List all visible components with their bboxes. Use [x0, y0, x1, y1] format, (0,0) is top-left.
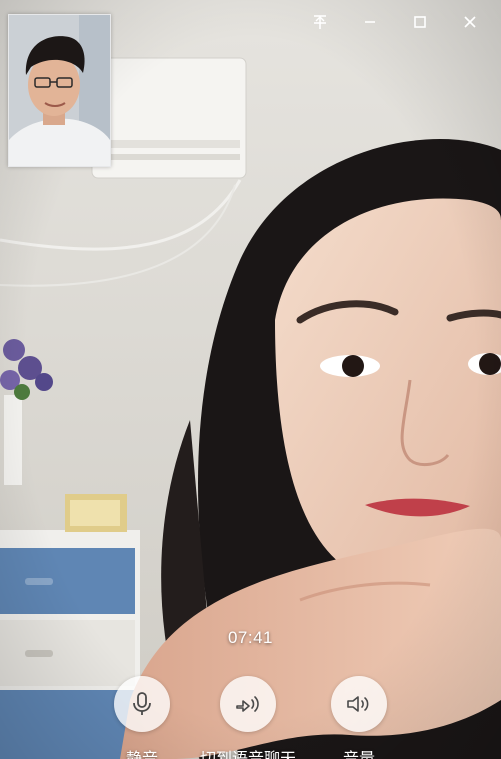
maximize-button[interactable] [395, 8, 445, 36]
video-call-window: 07:41 静音 切到语音聊天 [0, 0, 501, 759]
mute-button[interactable] [114, 676, 170, 732]
mute-label: 静音 [126, 745, 158, 759]
minimize-icon [365, 21, 375, 23]
self-video-preview[interactable] [8, 14, 111, 167]
switch-to-voice-button[interactable] [220, 676, 276, 732]
switch-voice-control: 切到语音聊天 [188, 676, 308, 759]
volume-label: 音量 [343, 745, 375, 759]
pin-icon [314, 15, 326, 29]
window-controls [295, 8, 495, 36]
volume-button[interactable] [331, 676, 387, 732]
switch-voice-label: 切到语音聊天 [200, 745, 296, 759]
switch-to-voice-icon [236, 696, 259, 712]
self-video-frame [9, 15, 110, 166]
pin-button[interactable] [295, 8, 345, 36]
speaker-volume-icon [347, 696, 369, 712]
maximize-icon [414, 16, 426, 28]
volume-control: 音量 [299, 676, 419, 759]
call-timer: 07:41 [227, 628, 274, 647]
microphone-icon [133, 692, 151, 715]
close-icon [464, 16, 476, 28]
minimize-button[interactable] [345, 8, 395, 36]
mute-control: 静音 [82, 676, 202, 759]
close-button[interactable] [445, 8, 495, 36]
call-controls: 静音 切到语音聊天 音量 [0, 676, 501, 759]
